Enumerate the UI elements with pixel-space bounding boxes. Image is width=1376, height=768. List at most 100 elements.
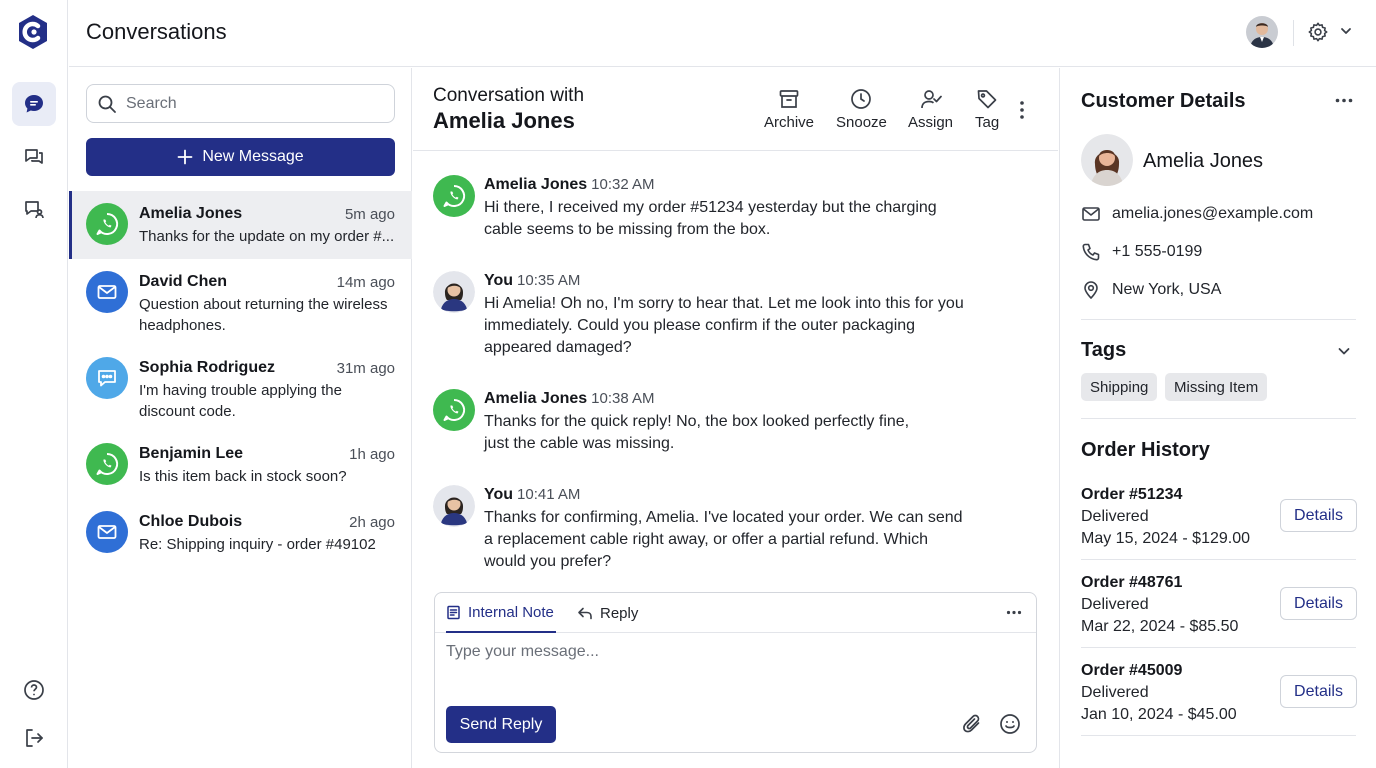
conversation-item-benjamin-lee[interactable]: Benjamin Lee 1h ago Is this item back in… xyxy=(69,431,412,499)
archive-label: Archive xyxy=(764,114,815,131)
app-logo-icon[interactable] xyxy=(16,14,50,50)
mail-icon xyxy=(1082,207,1100,221)
agent-avatar xyxy=(433,485,475,527)
chevron-down-icon xyxy=(1338,348,1350,355)
contacts-chat-icon xyxy=(25,201,44,219)
more-vertical-icon xyxy=(1020,101,1024,119)
email-icon xyxy=(86,271,128,313)
assign-label: Assign xyxy=(908,114,954,131)
reply-arrow-icon xyxy=(578,607,592,619)
composer-tabs: Internal Note Reply xyxy=(435,593,1036,633)
help-button[interactable] xyxy=(12,668,56,712)
whatsapp-icon xyxy=(86,443,128,485)
message-time: 10:38 AM xyxy=(591,390,655,407)
tag-icon xyxy=(977,90,997,109)
tab-internal-note-label: Internal Note xyxy=(468,603,554,621)
tab-internal-note[interactable]: Internal Note xyxy=(446,593,556,633)
order-item: Order #51234 Delivered May 15, 2024 - $1… xyxy=(1081,484,1357,550)
logout-icon xyxy=(26,729,43,747)
conversation-time: 14m ago xyxy=(336,274,395,291)
tab-reply[interactable]: Reply xyxy=(577,593,638,633)
thread-more-button[interactable] xyxy=(1019,100,1025,120)
help-icon xyxy=(24,680,44,700)
conversation-preview: Thanks for the update on my order #... xyxy=(139,228,395,245)
chevron-down-icon xyxy=(1341,28,1351,34)
conversation-name: Amelia Jones xyxy=(139,205,243,222)
conversation-name: Chloe Dubois xyxy=(139,513,243,530)
conversation-item-david-chen[interactable]: David Chen 14m ago Question about return… xyxy=(69,259,412,334)
conversation-item-amelia-jones[interactable]: Amelia Jones 5m ago Thanks for the updat… xyxy=(69,191,412,259)
search-box[interactable] xyxy=(86,84,395,123)
section-divider xyxy=(1081,418,1356,419)
order-divider xyxy=(1081,647,1356,648)
assign-user-icon xyxy=(920,90,942,109)
message-header: Amelia Jones 10:32 AM xyxy=(484,176,655,194)
message-header: Amelia Jones 10:38 AM xyxy=(484,390,655,408)
conversation-time: 1h ago xyxy=(349,446,395,463)
message-input[interactable] xyxy=(446,643,1026,699)
conversation-item-sophia-rodriguez[interactable]: Sophia Rodriguez 31m ago I'm having trou… xyxy=(69,345,412,420)
top-bar: Conversations xyxy=(69,0,1376,67)
tags-collapse-button[interactable] xyxy=(1336,343,1352,359)
logout-button[interactable] xyxy=(12,716,56,760)
reply-composer: Internal Note Reply Send Reply xyxy=(434,592,1037,753)
conversation-name: David Chen xyxy=(139,273,228,290)
location-pin-icon xyxy=(1084,281,1098,299)
nav-chat-button[interactable] xyxy=(12,82,56,126)
conversation-time: 5m ago xyxy=(344,206,395,223)
conversation-name: Sophia Rodriguez xyxy=(139,359,275,376)
customer-phone-value: +1 555-0199 xyxy=(1112,243,1203,260)
agent-avatar xyxy=(433,271,475,313)
conversation-preview: I'm having trouble applying the discount… xyxy=(139,382,342,420)
customer-email: amelia.jones@example.com xyxy=(1081,204,1313,224)
order-details-button[interactable]: Details xyxy=(1280,499,1357,532)
assign-button[interactable]: Assign xyxy=(908,88,953,131)
thread-header: Conversation with Amelia Jones Archive S… xyxy=(413,68,1058,151)
customer-location-value: New York, USA xyxy=(1112,281,1222,298)
search-icon xyxy=(98,95,116,113)
message-sender: Amelia Jones xyxy=(484,390,588,407)
tag-chip[interactable]: Shipping xyxy=(1081,373,1158,401)
archive-icon xyxy=(779,90,799,108)
snooze-button[interactable]: Snooze xyxy=(836,88,887,131)
attach-button[interactable] xyxy=(961,713,983,735)
customer-more-button[interactable] xyxy=(1335,98,1353,103)
message-time: 10:41 AM xyxy=(517,486,581,503)
message-header: You 10:41 AM xyxy=(484,486,580,504)
more-horizontal-icon xyxy=(1335,98,1353,103)
customer-details-heading: Customer Details xyxy=(1081,90,1246,112)
message-time: 10:35 AM xyxy=(517,272,581,289)
conversation-time: 31m ago xyxy=(336,360,395,377)
nav-contacts-button[interactable] xyxy=(12,187,56,231)
whatsapp-icon xyxy=(433,389,475,431)
conversation-name: Benjamin Lee xyxy=(139,445,244,462)
send-reply-button[interactable]: Send Reply xyxy=(446,706,556,743)
settings-dropdown-button[interactable] xyxy=(1339,24,1353,38)
message-sender: You xyxy=(484,486,514,503)
nav-messages-button[interactable] xyxy=(12,135,56,179)
tab-reply-label: Reply xyxy=(600,604,639,622)
new-message-button[interactable]: New Message xyxy=(86,138,395,176)
tag-button[interactable]: Tag xyxy=(975,88,999,131)
search-input[interactable] xyxy=(126,94,376,113)
order-item: Order #48761 Delivered Mar 22, 2024 - $8… xyxy=(1081,572,1357,638)
tag-chip[interactable]: Missing Item xyxy=(1165,373,1268,401)
more-horizontal-icon xyxy=(1006,610,1022,615)
gear-icon xyxy=(1308,22,1328,42)
order-details-button[interactable]: Details xyxy=(1280,675,1357,708)
emoji-button[interactable] xyxy=(999,713,1021,735)
order-divider xyxy=(1081,735,1356,736)
conversation-preview: Question about returning the wireless he… xyxy=(139,296,388,334)
conversation-item-chloe-dubois[interactable]: Chloe Dubois 2h ago Re: Shipping inquiry… xyxy=(69,499,412,567)
message-text: Hi there, I received my order #51234 yes… xyxy=(484,199,937,238)
archive-button[interactable]: Archive xyxy=(764,88,814,131)
order-details-button[interactable]: Details xyxy=(1280,587,1357,620)
snooze-label: Snooze xyxy=(836,114,887,131)
settings-button[interactable] xyxy=(1307,21,1329,43)
composer-more-button[interactable] xyxy=(1006,610,1022,615)
message-sender: You xyxy=(484,272,514,289)
nav-rail xyxy=(0,0,68,768)
customer-name: Amelia Jones xyxy=(1143,150,1264,172)
user-avatar[interactable] xyxy=(1246,16,1278,48)
message-sender: Amelia Jones xyxy=(484,176,588,193)
